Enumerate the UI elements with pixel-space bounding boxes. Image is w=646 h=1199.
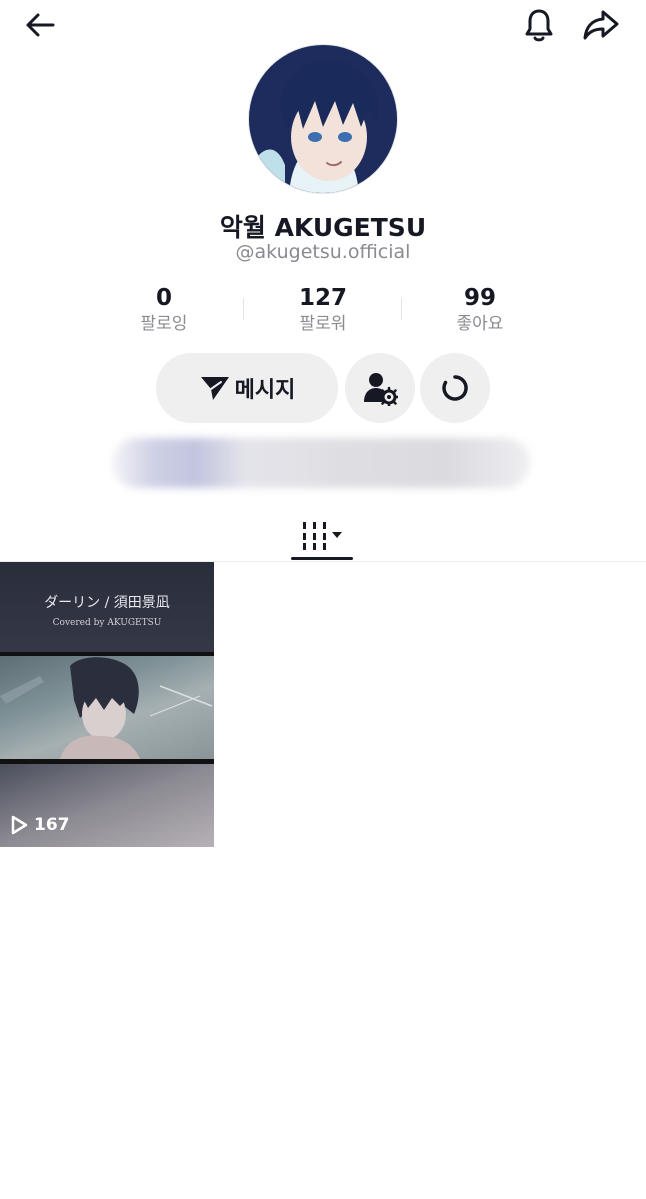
thumbnail-subtitle: Covered by AKUGETSU xyxy=(52,618,162,628)
profile-screen: 악월 AKUGETSU @akugetsu.official 0 팔로잉 127… xyxy=(0,0,646,1199)
bell-icon xyxy=(525,9,553,42)
stat-label: 팔로잉 xyxy=(140,314,188,334)
share-arrow-icon xyxy=(583,10,619,40)
manage-account-button[interactable] xyxy=(345,353,415,423)
arrow-left-icon xyxy=(26,13,55,37)
thumbnail-artwork xyxy=(0,652,214,764)
refresh-icon xyxy=(442,375,468,401)
message-button-label: 메시지 xyxy=(234,378,296,403)
stat-value: 0 xyxy=(155,285,172,311)
share-button[interactable] xyxy=(577,1,625,49)
avatar[interactable] xyxy=(248,44,398,194)
active-tab-indicator xyxy=(291,557,353,560)
content-tab-bar xyxy=(0,500,646,562)
thumbnail-illustration xyxy=(0,657,213,759)
back-button[interactable] xyxy=(16,1,64,49)
notifications-button[interactable] xyxy=(515,1,563,49)
profile-stats: 0 팔로잉 127 팔로워 99 좋아요 xyxy=(0,284,646,344)
refresh-button[interactable] xyxy=(420,353,490,423)
tab-videos-grid[interactable] xyxy=(290,510,354,560)
play-icon xyxy=(11,815,28,835)
play-count: 167 xyxy=(10,815,70,835)
grid-tab-icon xyxy=(303,522,342,550)
stat-following[interactable]: 0 팔로잉 xyxy=(84,284,244,336)
avatar-illustration xyxy=(249,45,397,193)
stat-likes[interactable]: 99 좋아요 xyxy=(400,284,560,336)
display-name: 악월 AKUGETSU xyxy=(219,213,427,242)
message-button[interactable]: 메시지 xyxy=(156,353,338,423)
stat-value: 99 xyxy=(463,285,496,311)
stat-label: 좋아요 xyxy=(456,314,504,334)
bio-text-redacted xyxy=(112,438,530,488)
video-thumbnail[interactable]: ダーリン / 須田景凪 Covered by AKUGETSU 167 xyxy=(0,562,214,847)
stat-label: 팔로워 xyxy=(299,314,347,334)
send-icon xyxy=(200,377,229,400)
stat-value: 127 xyxy=(298,285,347,311)
thumbnail-title: ダーリン / 須田景凪 xyxy=(44,595,170,611)
stat-followers[interactable]: 127 팔로워 xyxy=(243,284,403,336)
user-settings-icon xyxy=(364,373,398,406)
play-count-value: 167 xyxy=(34,815,70,835)
username-handle: @akugetsu.official xyxy=(235,241,411,263)
